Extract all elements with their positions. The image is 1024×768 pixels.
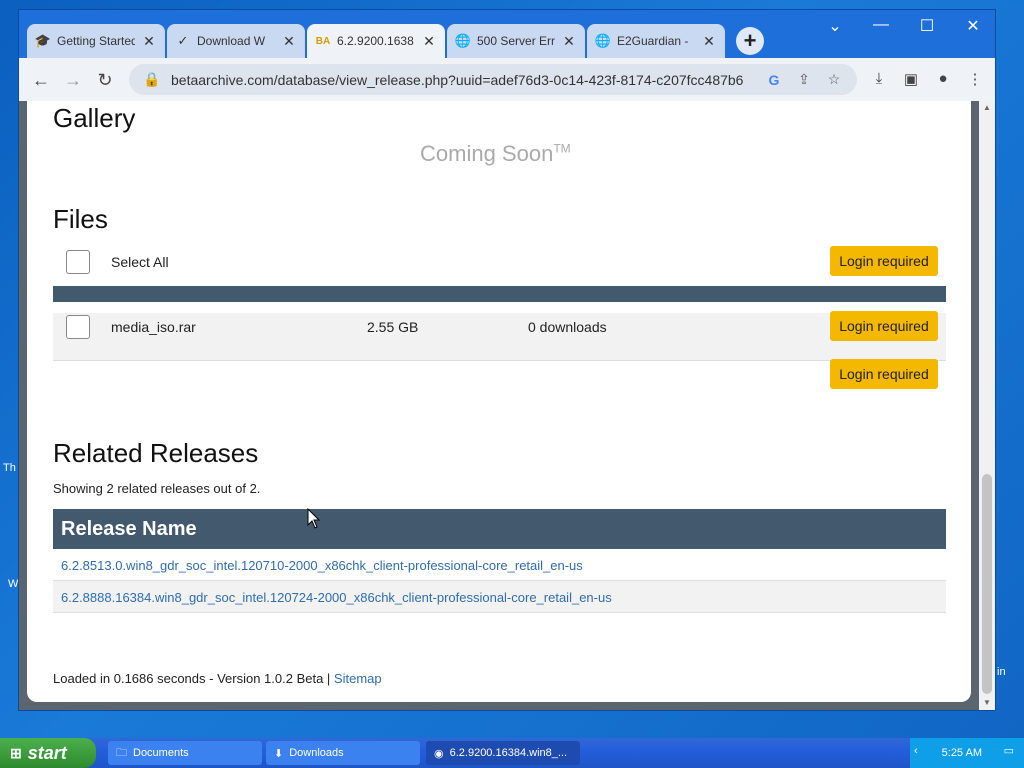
folder-icon: 🗀 (116, 746, 127, 759)
tab-getting-started[interactable]: 🎓 Getting Started ✕ (27, 24, 165, 58)
close-icon[interactable]: ✕ (141, 33, 157, 50)
mouse-cursor-icon (307, 508, 321, 529)
scroll-down-icon[interactable]: ▼ (979, 698, 995, 707)
tab-e2guardian[interactable]: 🌐 E2Guardian - ✕ (587, 24, 725, 58)
file-checkbox[interactable] (66, 315, 90, 339)
chrome-icon: ◉ (434, 747, 444, 760)
clock[interactable]: 5:25 AM (942, 747, 982, 759)
taskbar-item-label: 6.2.9200.16384.win8_... (449, 747, 568, 759)
release-name-header: Release Name (53, 509, 946, 549)
files-heading: Files (53, 204, 108, 234)
tab-label: Getting Started (57, 34, 135, 48)
reload-icon[interactable]: ↻ (93, 68, 117, 92)
tab-search-icon[interactable]: ⌄ (815, 16, 855, 36)
taskbar: ⊞ start 🗀 Documents ⬇ Downloads ◉ 6.2.92… (0, 738, 1024, 768)
forward-icon[interactable]: → (61, 68, 85, 92)
login-required-button[interactable]: Login required (830, 359, 938, 389)
footer-text: Loaded in 0.1686 seconds - Version 1.0.2… (53, 671, 334, 686)
system-tray: ‹ 5:25 AM ▭ (910, 738, 1024, 768)
coming-soon-label: Coming Soon (420, 141, 554, 166)
close-icon[interactable]: ✕ (561, 33, 577, 50)
taskbar-item-chrome[interactable]: ◉ 6.2.9200.16384.win8_... (426, 741, 580, 765)
tab-download[interactable]: ✓ Download W ✕ (167, 24, 305, 58)
close-window-icon[interactable]: ✕ (953, 16, 993, 36)
download-folder-icon: ⬇ (274, 747, 284, 760)
menu-icon[interactable]: ⋮ (964, 70, 986, 88)
page-scrollbar[interactable]: ▲ ▼ (979, 101, 995, 710)
tab-server-error[interactable]: 🌐 500 Server Err ✕ (447, 24, 585, 58)
taskbar-item-documents[interactable]: 🗀 Documents (108, 741, 262, 765)
login-required-button[interactable]: Login required (830, 311, 938, 341)
share-icon[interactable]: ⇪ (793, 71, 815, 88)
coming-soon-text: Coming SoonTM (420, 141, 571, 167)
back-icon[interactable]: ← (29, 68, 53, 92)
sitemap-link[interactable]: Sitemap (334, 671, 382, 686)
betaarchive-icon: BA (315, 35, 331, 47)
start-button[interactable]: ⊞ start (0, 738, 96, 768)
close-icon[interactable]: ✕ (281, 33, 297, 50)
file-size: 2.55 GB (367, 319, 419, 335)
tab-label: 6.2.9200.1638 (337, 34, 414, 48)
tray-expand-icon[interactable]: ‹ (914, 745, 918, 757)
desktop-text-fragment: in (997, 666, 1006, 678)
new-tab-button[interactable]: + (736, 27, 764, 55)
taskbar-item-label: Documents (133, 747, 189, 759)
login-required-button[interactable]: Login required (830, 246, 938, 276)
monitor-icon[interactable]: ▭ (1004, 744, 1014, 757)
tab-label: E2Guardian - (617, 34, 689, 48)
start-label: start (27, 742, 67, 763)
table-row: 6.2.8888.16384.win8_gdr_soc_intel.120724… (53, 581, 946, 613)
scrollbar-thumb[interactable] (982, 474, 992, 694)
scroll-up-icon[interactable]: ▲ (979, 103, 995, 112)
graduation-cap-icon: 🎓 (34, 33, 52, 48)
desktop-text-fragment: W (8, 578, 19, 590)
tab-label: Download W (197, 34, 266, 48)
release-link[interactable]: 6.2.8888.16384.win8_gdr_soc_intel.120724… (61, 590, 612, 605)
page-viewport: Gallery Coming SoonTM Files Select All L… (19, 101, 995, 710)
related-count-text: Showing 2 related releases out of 2. (53, 481, 261, 496)
taskbar-item-downloads[interactable]: ⬇ Downloads (266, 741, 420, 765)
release-link[interactable]: 6.2.8513.0.win8_gdr_soc_intel.120710-200… (61, 558, 583, 573)
download-icon[interactable]: ⤓ (868, 70, 890, 87)
tab-label: 500 Server Err (477, 34, 555, 48)
gallery-heading: Gallery (53, 103, 136, 133)
logo-icon: ✓ (177, 33, 189, 48)
page-footer: Loaded in 0.1686 seconds - Version 1.0.2… (53, 671, 382, 686)
google-icon[interactable]: G (763, 72, 785, 88)
address-bar[interactable]: 🔒 betaarchive.com/database/view_release.… (129, 64, 857, 95)
maximize-icon[interactable]: ☐ (907, 16, 947, 36)
browser-window: 🎓 Getting Started ✕ ✓ Download W ✕ BA 6.… (18, 9, 996, 711)
files-table-header (53, 286, 946, 302)
browser-toolbar: ← → ↻ 🔒 betaarchive.com/database/view_re… (19, 58, 995, 101)
close-icon[interactable]: ✕ (421, 33, 437, 50)
close-icon[interactable]: ✕ (701, 33, 717, 50)
url-text[interactable]: betaarchive.com/database/view_release.ph… (171, 72, 755, 88)
minimize-icon[interactable]: — (861, 16, 901, 34)
page-content: Gallery Coming SoonTM Files Select All L… (27, 101, 971, 702)
globe-icon: 🌐 (454, 33, 472, 48)
file-name: media_iso.rar (111, 319, 196, 335)
bookmark-star-icon[interactable]: ☆ (823, 71, 845, 88)
lock-icon[interactable]: 🔒 (141, 71, 163, 88)
tab-betaarchive[interactable]: BA 6.2.9200.1638 ✕ (307, 24, 445, 58)
desktop-text-fragment: Th (3, 462, 16, 474)
globe-icon: 🌐 (594, 33, 612, 48)
related-releases-heading: Related Releases (53, 438, 259, 468)
table-row: 6.2.8513.0.win8_gdr_soc_intel.120710-200… (53, 549, 946, 581)
browser-titlebar: 🎓 Getting Started ✕ ✓ Download W ✕ BA 6.… (19, 10, 995, 58)
windows-logo-icon: ⊞ (10, 744, 22, 761)
profile-icon[interactable]: ● (932, 70, 954, 87)
file-downloads: 0 downloads (528, 319, 607, 335)
trademark-mark: TM (553, 141, 571, 156)
select-all-label: Select All (111, 254, 169, 270)
taskbar-item-label: Downloads (289, 747, 344, 759)
select-all-checkbox[interactable] (66, 250, 90, 274)
side-panel-icon[interactable]: ▣ (900, 70, 922, 88)
